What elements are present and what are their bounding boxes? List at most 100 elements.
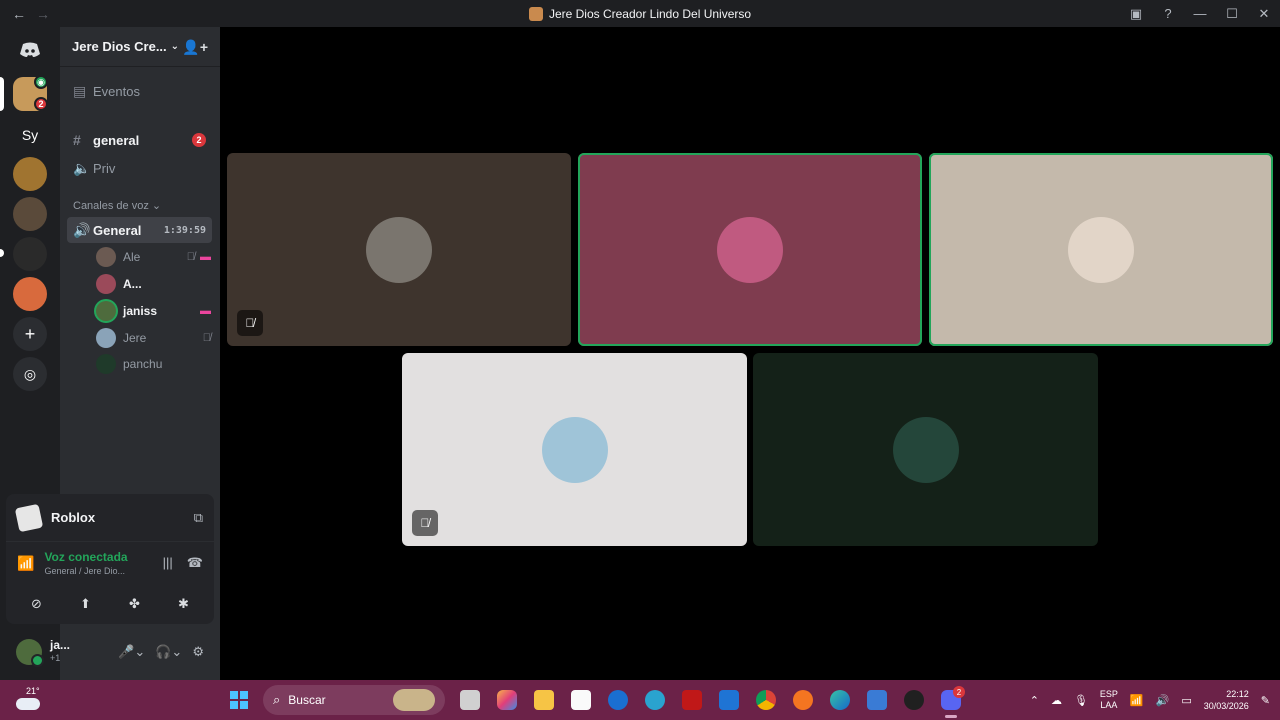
participant-avatar: [1068, 216, 1134, 283]
wifi-icon[interactable]: 📶: [1130, 694, 1144, 707]
chevron-down-icon: ⌄: [170, 41, 180, 52]
server-icon-4[interactable]: [13, 237, 47, 271]
noise-suppression-icon[interactable]: |||: [163, 555, 173, 571]
discord-home-icon[interactable]: [13, 33, 47, 67]
channel-general[interactable]: # general 2: [67, 127, 212, 153]
unread-pill: [0, 249, 4, 257]
language-indicator[interactable]: ESP LAA: [1100, 689, 1118, 711]
clock[interactable]: 22:12 30/03/2026: [1204, 688, 1249, 712]
file-explorer-icon[interactable]: [525, 686, 562, 714]
windows-logo-icon: [229, 691, 248, 709]
cloud-icon: [16, 698, 40, 710]
avatar: [96, 328, 116, 348]
hp-icon[interactable]: [599, 686, 636, 714]
edge-dev-icon[interactable]: [636, 686, 673, 714]
video-tile[interactable]: [578, 153, 922, 346]
discord-app-icon[interactable]: 2: [932, 686, 969, 718]
screen-share-button[interactable]: ⬆: [66, 590, 106, 618]
disconnect-icon[interactable]: ☎: [187, 555, 203, 571]
chevron-up-icon[interactable]: ⌃: [1030, 694, 1039, 707]
microphone-tray-icon[interactable]: 🎙: [1074, 694, 1088, 707]
roblox-icon: [14, 503, 44, 532]
forward-arrow-icon[interactable]: →: [36, 6, 50, 22]
edge-icon[interactable]: [821, 686, 858, 714]
guild-name: Jere Dios Cre...: [72, 39, 167, 54]
title-bar: ← → Jere Dios Creador Lindo Del Universo…: [0, 0, 1280, 27]
weather-widget[interactable]: 21°: [14, 684, 44, 716]
voice-actions: ⊘ ⬆ ✤ ✱: [6, 584, 214, 624]
chevron-down-icon: ⌄: [151, 200, 162, 212]
voice-connection: 📶 Voz conectada General / Jere Dio... ||…: [17, 550, 203, 576]
mail-icon[interactable]: [710, 686, 747, 714]
notifications-icon[interactable]: ✎: [1261, 694, 1270, 707]
streaming-icon: ▬: [200, 305, 211, 317]
voice-member[interactable]: A...: [96, 272, 211, 296]
close-icon[interactable]: ✕: [1248, 6, 1280, 22]
app-icon[interactable]: [895, 686, 932, 714]
back-arrow-icon[interactable]: ←: [12, 6, 26, 22]
minimize-icon[interactable]: —: [1184, 6, 1216, 21]
server-icon-3[interactable]: [13, 197, 47, 231]
taskbar-apps: ⌕ Buscar 2: [220, 685, 969, 718]
voice-channel-general[interactable]: 🔊 General 1:39:59: [67, 217, 212, 243]
voice-member[interactable]: panchu: [96, 352, 211, 376]
settings-gear-icon[interactable]: ⚙: [192, 644, 204, 660]
voice-member[interactable]: janiss ▬: [96, 299, 211, 323]
avatar: [96, 301, 116, 321]
start-button[interactable]: [220, 686, 257, 714]
video-tile[interactable]: [929, 153, 1273, 346]
mention-badge: 2: [192, 133, 206, 147]
mcafee-icon[interactable]: [673, 686, 710, 714]
server-icon-sy[interactable]: Sy: [13, 118, 47, 152]
events-link[interactable]: ▤ Eventos: [67, 78, 212, 104]
voice-active-icon: ◉: [34, 75, 48, 89]
add-server-icon[interactable]: +: [13, 317, 47, 351]
active-server-pill: [0, 77, 4, 111]
server-icon-5[interactable]: [13, 277, 47, 311]
microsoft-store-icon[interactable]: [562, 686, 599, 714]
video-tile[interactable]: 🎙̸: [227, 153, 571, 346]
share-screen-icon[interactable]: ⧉: [194, 510, 203, 526]
video-tile[interactable]: [753, 353, 1098, 546]
guild-header[interactable]: Jere Dios Cre... ⌄ 👤+: [60, 27, 220, 67]
notification-badge: 2: [953, 686, 965, 698]
window-title: Jere Dios Creador Lindo Del Universo: [0, 7, 1280, 21]
signal-icon[interactable]: 📶: [17, 555, 34, 572]
cloud-sync-icon[interactable]: ☁: [1051, 694, 1062, 707]
participant-avatar: [892, 416, 959, 483]
user-avatar[interactable]: [16, 639, 44, 667]
mic-muted-icon: 🎙̸: [412, 510, 438, 536]
copilot-icon[interactable]: [488, 686, 525, 714]
microphone-icon[interactable]: 🎤⌄: [118, 644, 145, 660]
voice-member[interactable]: Jere 🎙̸: [96, 326, 211, 350]
search-icon: ⌕: [273, 692, 281, 707]
server-icon-2[interactable]: [13, 157, 47, 191]
video-stage: 🎙̸ 🎙̸: [220, 27, 1280, 680]
voice-member[interactable]: Ale 🎙̸ ▬: [96, 245, 211, 269]
chrome-icon[interactable]: [747, 686, 784, 714]
search-highlight-image: [393, 689, 435, 711]
camera-off-button[interactable]: ⊘: [17, 590, 57, 618]
roblox-app-icon[interactable]: [858, 686, 895, 714]
help-icon[interactable]: ?: [1152, 6, 1184, 21]
discover-icon[interactable]: ◎: [13, 357, 47, 391]
maximize-icon[interactable]: ☐: [1216, 6, 1248, 22]
activities-button[interactable]: ✤: [115, 590, 155, 618]
speaker-icon: 🔊: [73, 221, 91, 238]
volume-icon[interactable]: 🔊: [1156, 694, 1170, 707]
inbox-icon[interactable]: ▣: [1120, 6, 1152, 22]
soundboard-button[interactable]: ✱: [164, 590, 204, 618]
avatar: [96, 354, 116, 374]
crunchyroll-icon[interactable]: [784, 686, 821, 714]
hash-icon: #: [73, 132, 81, 148]
voice-category[interactable]: Canales de voz ⌄: [73, 199, 161, 212]
participant-avatar: [541, 416, 608, 483]
task-view-icon[interactable]: [451, 686, 488, 714]
channel-priv[interactable]: 🔈 Priv: [67, 155, 212, 181]
video-tile[interactable]: 🎙̸: [402, 353, 747, 546]
activity-row[interactable]: Roblox ⧉: [6, 494, 214, 542]
invite-user-icon[interactable]: 👤+: [182, 39, 208, 56]
taskbar-search[interactable]: ⌕ Buscar: [263, 685, 445, 715]
battery-icon[interactable]: ▭: [1181, 694, 1191, 707]
headphones-icon[interactable]: 🎧⌄: [155, 644, 182, 660]
